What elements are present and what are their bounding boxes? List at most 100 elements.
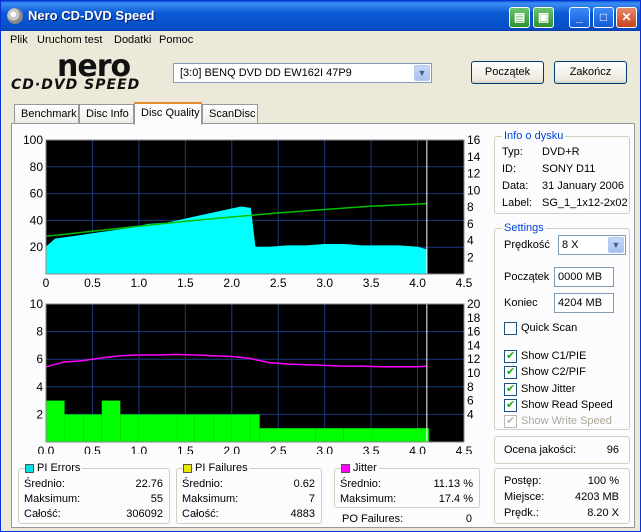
x-tick-label: 1.0 xyxy=(131,444,148,454)
jitter-max-label: Maksimum: xyxy=(340,493,397,505)
menu-pomoc[interactable]: Pomoc xyxy=(159,34,193,46)
pi-errors-total-value: 306092 xyxy=(126,508,163,520)
exit-button[interactable]: Zakończ xyxy=(554,61,627,84)
save-icon[interactable]: ▣ xyxy=(533,7,554,28)
show-c1-pie-checkbox[interactable] xyxy=(504,349,517,363)
chevron-down-icon[interactable]: ▼ xyxy=(608,237,624,253)
x-tick-label: 4.5 xyxy=(456,444,473,454)
po-failures-value: 0 xyxy=(465,513,472,525)
pie-chart: 0 0.5 1.0 1.5 2.0 2.5 3.0 3.5 4.0 4.5 20 40 60 80 100 2… xyxy=(23,133,481,290)
tab-disc-info[interactable]: Disc Info xyxy=(79,104,134,124)
pif-bar xyxy=(259,428,288,442)
drive-select-value: [3:0] BENQ DVD DD EW162I 47P9 xyxy=(180,67,352,79)
show-c2-pif-checkbox[interactable] xyxy=(504,365,517,379)
y-tick-label: 4 xyxy=(36,380,43,394)
settings-title: Settings xyxy=(502,222,546,234)
jitter-swatch xyxy=(341,464,350,473)
y2-tick-label: 8 xyxy=(467,380,474,394)
x-tick-label: 1.5 xyxy=(177,444,194,454)
tab-scandisc[interactable]: ScanDisc xyxy=(202,104,258,124)
y-tick-label: 10 xyxy=(30,297,44,311)
y2-tick-label: 16 xyxy=(467,133,481,147)
pif-bar xyxy=(343,428,372,442)
jitter-avg-value: 11.13 % xyxy=(433,478,473,490)
tab-benchmark[interactable]: Benchmark xyxy=(14,104,79,124)
copy-icon[interactable]: ▤ xyxy=(509,7,530,28)
x-tick-label: 3.5 xyxy=(363,276,380,290)
disc-type-value: DVD+R xyxy=(542,146,580,158)
pi-failures-max-label: Maksimum: xyxy=(182,493,239,505)
y-tick-label: 40 xyxy=(30,213,44,227)
y2-tick-label: 4 xyxy=(467,407,474,421)
disc-id-value: SONY D11 xyxy=(542,163,596,175)
x-tick-label: 1.5 xyxy=(177,276,194,290)
show-c2-pif-label: Show C2/PIF xyxy=(521,366,586,378)
position-label: Miejsce: xyxy=(504,491,545,503)
x-tick-label: 4.0 xyxy=(409,444,426,454)
start-mb-input[interactable]: 0000 MB xyxy=(554,267,614,287)
app-disc-icon xyxy=(7,8,23,24)
tab-disc-quality[interactable]: Disc Quality xyxy=(134,102,202,125)
start-button[interactable]: Początek xyxy=(471,61,544,84)
menu-dodatki[interactable]: Dodatki xyxy=(114,34,151,46)
y-tick-label: 100 xyxy=(23,133,43,147)
logo-cddvd-text: CD·DVD SPEED xyxy=(11,77,141,93)
progress-label: Postęp: xyxy=(504,475,542,487)
charts-area: 0 0.5 1.0 1.5 2.0 2.5 3.0 3.5 4.0 4.5 20 40 60 80 100 2… xyxy=(23,133,481,454)
progress-group: Postęp: 100 % Miejsce: 4203 MB Prędk.: 8… xyxy=(494,468,630,524)
show-jitter-checkbox[interactable] xyxy=(504,382,517,396)
quick-scan-checkbox[interactable] xyxy=(504,322,517,335)
start-mb-value: 0000 MB xyxy=(558,271,603,283)
disc-label-value: SG_1_1x12-2x02 xyxy=(542,197,628,209)
x-tick-label: 2.0 xyxy=(223,276,240,290)
x-tick-label: 3.5 xyxy=(363,444,380,454)
x-tick-label: 2.5 xyxy=(270,276,287,290)
pif-bar xyxy=(231,414,251,442)
x-tick-label: 1.0 xyxy=(131,276,148,290)
y2-tick-label: 6 xyxy=(467,394,474,408)
pi-errors-title: PI Errors xyxy=(35,462,83,474)
pif-bar xyxy=(250,414,260,442)
minimize-button[interactable]: _ xyxy=(569,7,590,28)
end-mb-label: Koniec xyxy=(504,297,538,309)
quality-score-value: 96 xyxy=(606,444,619,456)
chevron-down-icon[interactable]: ▼ xyxy=(414,65,430,81)
y2-tick-label: 10 xyxy=(467,183,481,197)
pi-failures-total-label: Całość: xyxy=(182,508,219,520)
pi-errors-avg-label: Średnio: xyxy=(24,478,65,490)
title-bar[interactable]: Nero CD-DVD Speed ▤ ▣ _ □ ✕ xyxy=(1,1,640,31)
y-tick-label: 2 xyxy=(36,407,43,421)
y-tick-label: 20 xyxy=(30,240,44,254)
start-mb-label: Początek xyxy=(504,271,550,283)
show-read-speed-checkbox[interactable] xyxy=(504,398,517,412)
maximize-button[interactable]: □ xyxy=(593,7,614,28)
y2-tick-label: 16 xyxy=(467,325,481,339)
end-mb-input[interactable]: 4204 MB xyxy=(554,293,614,313)
disc-date-value: 31 January 2006 xyxy=(542,180,624,192)
x-tick-label: 3.0 xyxy=(316,444,333,454)
nero-logo: nero CD·DVD SPEED xyxy=(11,49,161,97)
drive-select[interactable]: [3:0] BENQ DVD DD EW162I 47P9 ▼ xyxy=(173,63,432,83)
speed-select[interactable]: 8 X ▼ xyxy=(558,235,626,255)
y2-tick-label: 2 xyxy=(467,250,474,264)
x-tick-label: 0.5 xyxy=(84,444,101,454)
disc-label-label: Label: xyxy=(502,197,532,209)
menu-uruchom-test[interactable]: Uruchom test xyxy=(37,34,102,46)
x-tick-label: 2.0 xyxy=(223,444,240,454)
disc-date-label: Data: xyxy=(502,180,529,192)
close-button[interactable]: ✕ xyxy=(616,7,637,28)
pif-bar xyxy=(120,414,139,442)
show-jitter-label: Show Jitter xyxy=(521,383,576,395)
y2-tick-label: 14 xyxy=(467,150,481,164)
y2-tick-label: 10 xyxy=(467,366,481,380)
x-tick-label: 3.0 xyxy=(316,276,333,290)
pif-bar xyxy=(46,400,65,442)
disc-info-title: Info o dysku xyxy=(502,130,566,142)
pif-bar xyxy=(194,414,214,442)
menu-plik[interactable]: Plik xyxy=(10,34,28,46)
jitter-title: Jitter xyxy=(351,462,379,474)
disc-type-label: Typ: xyxy=(502,146,523,158)
pi-errors-swatch xyxy=(25,464,34,473)
quick-scan-label: Quick Scan xyxy=(521,322,578,334)
pi-failures-avg-label: Średnio: xyxy=(182,478,223,490)
